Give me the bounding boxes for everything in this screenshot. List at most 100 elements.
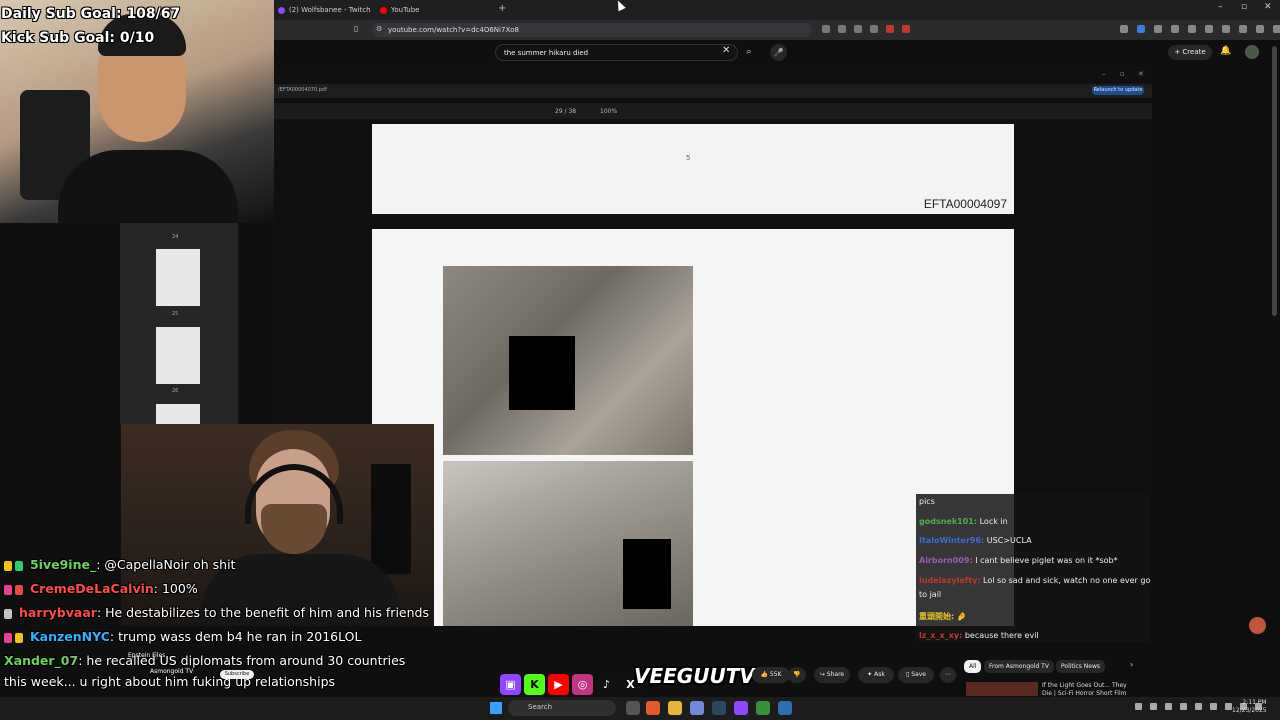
taskview-icon[interactable] bbox=[626, 701, 640, 715]
rewards-icon[interactable] bbox=[902, 25, 910, 33]
youtube-search-input[interactable]: the summer hikaru died bbox=[495, 44, 738, 61]
zoom-icon[interactable] bbox=[838, 25, 846, 33]
subscribe-button[interactable]: Subscribe bbox=[220, 670, 254, 679]
cast-icon[interactable] bbox=[822, 25, 830, 33]
pdf-thumbnail[interactable] bbox=[156, 327, 200, 384]
avatar[interactable] bbox=[1245, 45, 1259, 59]
tab-twitch[interactable]: (2) Wolfsbanee - Twitch bbox=[272, 2, 377, 18]
url-field[interactable]: youtube.com/watch?v=dc4O6Ni7Xo8 bbox=[372, 23, 812, 37]
tray-icon[interactable] bbox=[1150, 703, 1157, 710]
extension-icon[interactable] bbox=[1205, 25, 1213, 33]
chat-username[interactable]: harrybvaar bbox=[19, 605, 97, 620]
folder-icon[interactable] bbox=[668, 701, 682, 715]
microphone-icon[interactable]: 🎤 bbox=[770, 44, 787, 61]
chip-all[interactable]: All bbox=[964, 660, 982, 673]
wifi-icon[interactable] bbox=[1180, 703, 1187, 710]
tray-icon[interactable] bbox=[1165, 703, 1172, 710]
like-button[interactable]: 👍 55K bbox=[752, 667, 790, 683]
pdf-thumbnail[interactable] bbox=[156, 404, 200, 424]
video-chat-line: ItaloWinter96: USC>UCLA bbox=[919, 536, 1032, 545]
app-icon[interactable] bbox=[778, 701, 792, 715]
tab-youtube[interactable]: YouTube bbox=[374, 2, 425, 18]
chip-politics[interactable]: Politics News bbox=[1056, 660, 1105, 673]
pdf-page: 5 EFTA00004097 bbox=[372, 124, 1014, 216]
thumb-number: 25 bbox=[172, 311, 179, 317]
twitch-app-icon[interactable] bbox=[734, 701, 748, 715]
share-label: Share bbox=[826, 671, 845, 678]
discord-icon[interactable] bbox=[690, 701, 704, 715]
youtube-icon: ▶ bbox=[548, 674, 569, 695]
ask-button[interactable]: ✦ Ask bbox=[858, 667, 894, 683]
pdf-thumbnail[interactable] bbox=[156, 249, 200, 306]
brave-shield-icon[interactable] bbox=[886, 25, 894, 33]
page-scrollbar[interactable] bbox=[1272, 46, 1277, 316]
pdf-page-indicator[interactable]: 29 / 38 bbox=[555, 108, 576, 115]
pdf-window-close[interactable]: ✕ bbox=[1138, 70, 1144, 78]
pdf-window-maximize[interactable]: ▫ bbox=[1120, 70, 1125, 78]
bookmark-icon[interactable]: ▯ bbox=[354, 24, 358, 33]
dislike-button[interactable]: 👎 bbox=[788, 667, 806, 683]
relaunch-button[interactable]: Relaunch to update bbox=[1092, 86, 1144, 95]
extension-icon[interactable] bbox=[1154, 25, 1162, 33]
clear-search-icon[interactable]: ✕ bbox=[722, 45, 730, 56]
pdf-zoom-level[interactable]: 100% bbox=[600, 108, 617, 115]
chat-text: : He destabilizes to the benefit of him … bbox=[96, 605, 429, 620]
pdf-address-bar bbox=[274, 84, 1152, 98]
thumb-number: 24 bbox=[172, 234, 179, 240]
instagram-icon: ◎ bbox=[572, 674, 593, 695]
create-button[interactable]: + Create bbox=[1168, 45, 1212, 60]
search-icon[interactable]: ⌕ bbox=[740, 44, 758, 61]
create-label: Create bbox=[1182, 48, 1206, 56]
tray-icon[interactable] bbox=[1135, 703, 1142, 710]
brave-icon[interactable] bbox=[646, 701, 660, 715]
chat-text: : trump wass dem b4 he ran in 2016LOL bbox=[109, 629, 362, 644]
chat-message: harrybvaar: He destabilizes to the benef… bbox=[4, 605, 429, 620]
share-button[interactable]: ↪ Share bbox=[814, 667, 850, 683]
share-icon[interactable] bbox=[854, 25, 862, 33]
notifications-icon[interactable]: 🔔 bbox=[1220, 46, 1231, 56]
badge-icon bbox=[15, 560, 23, 571]
chat-username[interactable]: Xander_07 bbox=[4, 653, 78, 668]
chrome-icon[interactable] bbox=[756, 701, 770, 715]
like-count: 55K bbox=[769, 671, 782, 678]
channel-name[interactable]: Asmongold TV bbox=[150, 668, 193, 675]
recommended-video-thumbnail[interactable] bbox=[966, 682, 1038, 696]
address-actions bbox=[822, 25, 910, 33]
menu-icon[interactable] bbox=[1273, 25, 1280, 33]
channel-avatar-icon[interactable] bbox=[1249, 617, 1266, 634]
chip-from-channel[interactable]: From Asmongold TV bbox=[984, 660, 1054, 673]
minimize-button[interactable]: – bbox=[1218, 2, 1223, 12]
sub-goals-overlay: Daily Sub Goal: 108/67 Kick Sub Goal: 0/… bbox=[1, 2, 180, 50]
steam-icon[interactable] bbox=[712, 701, 726, 715]
extension-icon[interactable] bbox=[1222, 25, 1230, 33]
battery-icon[interactable] bbox=[1210, 703, 1217, 710]
tray-icon[interactable] bbox=[1225, 703, 1232, 710]
video-chat-line: lz_x_x_xy: because there evil bbox=[919, 631, 1039, 640]
extension-icon[interactable] bbox=[1137, 25, 1145, 33]
site-info-icon[interactable]: ⚙ bbox=[376, 25, 382, 33]
more-actions-button[interactable]: ⋯ bbox=[940, 667, 956, 683]
extension-icon[interactable] bbox=[1188, 25, 1196, 33]
extension-icon[interactable] bbox=[1256, 25, 1264, 33]
save-button[interactable]: ▯ Save bbox=[898, 667, 934, 683]
extension-icon[interactable] bbox=[1239, 25, 1247, 33]
social-links: ▣ K ▶ ◎ ♪ X bbox=[500, 674, 641, 695]
extension-icon[interactable] bbox=[1171, 25, 1179, 33]
maximize-button[interactable]: ▫ bbox=[1241, 2, 1247, 12]
taskbar-search[interactable]: Search bbox=[508, 700, 616, 716]
taskbar-clock[interactable]: 2:11 PM 12/23/2025 bbox=[1232, 699, 1267, 715]
extension-icon[interactable] bbox=[1120, 25, 1128, 33]
recommended-video-title[interactable]: If the Light Goes Out... They Die | Sci-… bbox=[1042, 682, 1137, 698]
windows-start-icon[interactable] bbox=[490, 702, 502, 714]
chevron-right-icon[interactable]: › bbox=[1130, 660, 1133, 669]
redaction-box bbox=[509, 336, 575, 410]
chat-username[interactable]: KanzenNYC bbox=[30, 629, 110, 644]
close-window-button[interactable]: ✕ bbox=[1264, 2, 1272, 12]
pdf-window-minimize[interactable]: – bbox=[1102, 70, 1106, 78]
star-icon[interactable] bbox=[870, 25, 878, 33]
volume-icon[interactable] bbox=[1195, 703, 1202, 710]
chat-username[interactable]: 5ive9ine_ bbox=[30, 557, 96, 572]
chat-username[interactable]: CremeDeLaCalvin bbox=[30, 581, 154, 596]
new-tab-button[interactable]: + bbox=[498, 3, 506, 14]
microphone-stand bbox=[371, 464, 411, 574]
